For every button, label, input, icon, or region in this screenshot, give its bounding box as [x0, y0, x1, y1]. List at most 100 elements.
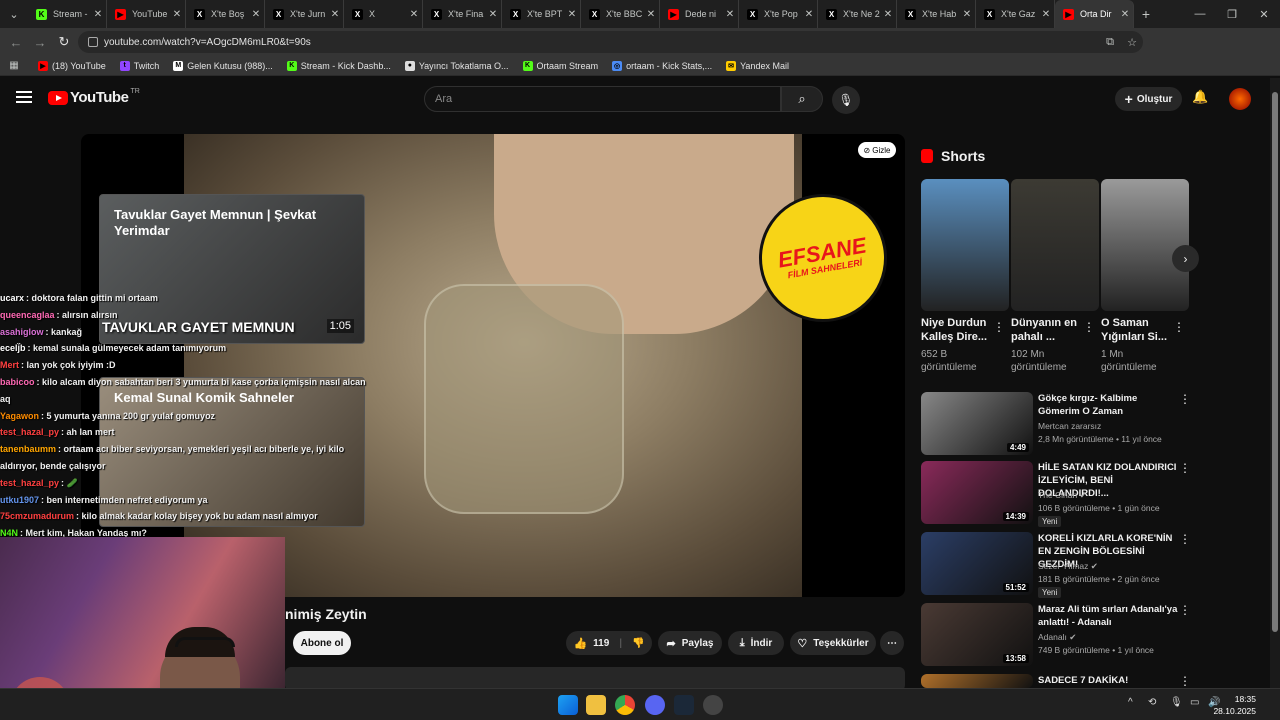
bookmark-star-icon[interactable]: ☆ [1121, 36, 1143, 49]
file-explorer-icon[interactable] [586, 695, 606, 715]
recommendation-thumbnail[interactable]: 4:49 [921, 392, 1033, 455]
recommendation-thumbnail[interactable]: 14:39 [921, 461, 1033, 524]
bookmark-item[interactable]: ◎ ortaam - Kick Stats,... [612, 60, 712, 71]
tray-chevron-icon[interactable]: ^ [1128, 697, 1133, 708]
hide-overlay-button[interactable]: ⊘ Gizle [858, 142, 896, 158]
short-more-icon[interactable]: ⋮ [1173, 320, 1185, 334]
close-icon[interactable]: ✕ [1248, 0, 1280, 28]
recommendation-thumbnail[interactable]: 51:52 [921, 532, 1033, 595]
tray-display-icon[interactable]: ▭ [1190, 697, 1199, 708]
recommendation-channel[interactable]: The Cihan ✔ [1038, 490, 1087, 501]
recommendation-item[interactable]: 4:49 Gökçe kırgız- Kalbime Gömerim O Zama… [921, 392, 1191, 456]
short-thumbnail[interactable] [1101, 179, 1189, 311]
tab-close-icon[interactable]: ✕ [1038, 9, 1054, 20]
bookmark-item[interactable]: M Gelen Kutusu (988)... [173, 60, 273, 71]
restore-icon[interactable]: ❐ [1216, 0, 1248, 28]
bookmark-item[interactable]: K Ortaam Stream [522, 60, 598, 71]
short-more-icon[interactable]: ⋮ [1083, 320, 1095, 334]
recommendation-title[interactable]: Maraz Ali tüm sırları Adanalı'ya anlattı… [1038, 603, 1178, 629]
thanks-button[interactable]: ♡ Teşekkürler [790, 631, 876, 655]
bookmark-item[interactable]: ● Yayıncı Tokatlama O... [404, 60, 509, 71]
like-icon[interactable]: 👍 [573, 637, 587, 650]
recommendation-item[interactable]: 51:52 KORELİ KIZLARLA KORE'NİN EN ZENGİN … [921, 532, 1191, 598]
search-input[interactable]: Ara [424, 86, 781, 112]
voice-search-button[interactable]: 🎙 [832, 86, 860, 114]
tab-close-icon[interactable]: ✕ [327, 9, 343, 20]
tab-close-icon[interactable]: ✕ [880, 9, 896, 20]
minimize-icon[interactable]: — [1184, 0, 1216, 28]
youtube-logo[interactable]: YouTube TR [48, 88, 140, 106]
url-text[interactable]: youtube.com/watch?v=AOgcDM6mLR0&t=90s [104, 37, 1099, 48]
short-title[interactable]: O Saman Yığınları Si... [1101, 316, 1175, 344]
recommendation-more-icon[interactable]: ⋮ [1179, 461, 1191, 475]
tab-close-icon[interactable]: ✕ [643, 9, 659, 20]
browser-tab[interactable]: X X ✕ [344, 0, 423, 28]
tab-close-icon[interactable]: ✕ [406, 9, 422, 20]
bookmark-item[interactable]: t Twitch [119, 60, 159, 71]
recommendation-channel[interactable]: Sezer Yılmaz ✔ [1038, 561, 1098, 572]
short-more-icon[interactable]: ⋮ [993, 320, 1005, 334]
short-title[interactable]: Niye Durdun Kalleş Dire... [921, 316, 995, 344]
browser-tab[interactable]: ▶ Dede ni ✕ [660, 0, 739, 28]
browser-tab[interactable]: ▶ Orta Dir ✕ [1055, 0, 1134, 28]
steam-icon[interactable] [674, 695, 694, 715]
tray-sync-icon[interactable]: ⟲ [1148, 697, 1156, 708]
share-button[interactable]: ➦ Paylaş [658, 631, 722, 655]
bookmark-item[interactable]: K Stream - Kick Dashb... [286, 60, 391, 71]
browser-tab[interactable]: X X'te BPT ✕ [502, 0, 581, 28]
browser-tab[interactable]: ▶ YouTube ✕ [107, 0, 186, 28]
more-actions-button[interactable]: ⋯ [880, 631, 904, 655]
forward-icon[interactable]: → [28, 35, 52, 50]
tab-close-icon[interactable]: ✕ [169, 9, 185, 20]
site-info-icon[interactable] [88, 37, 98, 47]
chrome-icon[interactable] [615, 695, 635, 715]
recommendation-item[interactable]: SADECE 7 DAKİKA! ⋮ [921, 674, 1191, 688]
recommendation-thumbnail[interactable] [921, 674, 1033, 688]
like-count[interactable]: 119 [593, 638, 609, 649]
browser-tab[interactable]: K Stream - ✕ [28, 0, 107, 28]
taskbar-clock[interactable]: 18:35 28.10.2025 [1213, 693, 1256, 717]
browser-tab[interactable]: X X'te Ne 2 ✕ [818, 0, 897, 28]
dislike-icon[interactable]: 👎 [632, 638, 644, 649]
tab-close-icon[interactable]: ✕ [722, 9, 738, 20]
tray-mic-icon[interactable]: 🎙 [1170, 697, 1183, 708]
account-avatar[interactable] [1229, 88, 1251, 110]
tab-close-icon[interactable]: ✕ [248, 9, 264, 20]
recommendation-more-icon[interactable]: ⋮ [1179, 392, 1191, 406]
recommendation-more-icon[interactable]: ⋮ [1179, 603, 1191, 617]
browser-tab[interactable]: X X'te BBC ✕ [581, 0, 660, 28]
bookmark-item[interactable]: ✉ Yandex Mail [726, 60, 789, 71]
browser-tab[interactable]: X X'te Hab ✕ [897, 0, 976, 28]
create-button[interactable]: + Oluştur [1115, 87, 1182, 111]
recommendation-more-icon[interactable]: ⋮ [1179, 532, 1191, 546]
tab-search-icon[interactable]: ⌄ [0, 0, 28, 28]
download-button[interactable]: ⤓ İndir [728, 631, 784, 655]
browser-tab[interactable]: X X'te Jurn ✕ [265, 0, 344, 28]
browser-tab[interactable]: X X'te Fina ✕ [423, 0, 502, 28]
short-thumbnail[interactable] [921, 179, 1009, 311]
browser-tab[interactable]: X X'te Pop ✕ [739, 0, 818, 28]
recommendation-item[interactable]: 14:39 HİLE SATAN KIZ DOLANDIRICI İZLEYİCİ… [921, 461, 1191, 527]
tab-close-icon[interactable]: ✕ [801, 9, 817, 20]
recommendation-item[interactable]: 13:58 Maraz Ali tüm sırları Adanalı'ya an… [921, 603, 1191, 667]
recommendation-title[interactable]: SADECE 7 DAKİKA! [1038, 674, 1178, 687]
install-app-icon[interactable]: ⧉ [1099, 36, 1121, 49]
search-button[interactable]: ⌕ [781, 86, 823, 112]
start-icon[interactable] [558, 695, 578, 715]
browser-tab[interactable]: X X'te Boş ✕ [186, 0, 265, 28]
browser-tab[interactable]: X X'te Gaz ✕ [976, 0, 1055, 28]
apps-grid-icon[interactable]: ▦ [0, 60, 28, 71]
hamburger-menu-icon[interactable] [16, 91, 32, 103]
bookmark-item[interactable]: ▶ (18) YouTube [38, 60, 106, 71]
recommendation-channel[interactable]: Mertcan zararsız [1038, 421, 1101, 431]
recommendation-more-icon[interactable]: ⋮ [1179, 674, 1191, 688]
discord-icon[interactable] [645, 695, 665, 715]
tab-close-icon[interactable]: ✕ [564, 9, 580, 20]
tab-close-icon[interactable]: ✕ [485, 9, 501, 20]
notifications-bell-icon[interactable]: 🔔 [1192, 89, 1208, 105]
new-tab-button[interactable]: + [1134, 6, 1158, 22]
tab-close-icon[interactable]: ✕ [90, 9, 106, 20]
page-scrollbar[interactable] [1270, 78, 1280, 688]
scrollbar-thumb[interactable] [1272, 92, 1278, 632]
short-thumbnail[interactable] [1011, 179, 1099, 311]
